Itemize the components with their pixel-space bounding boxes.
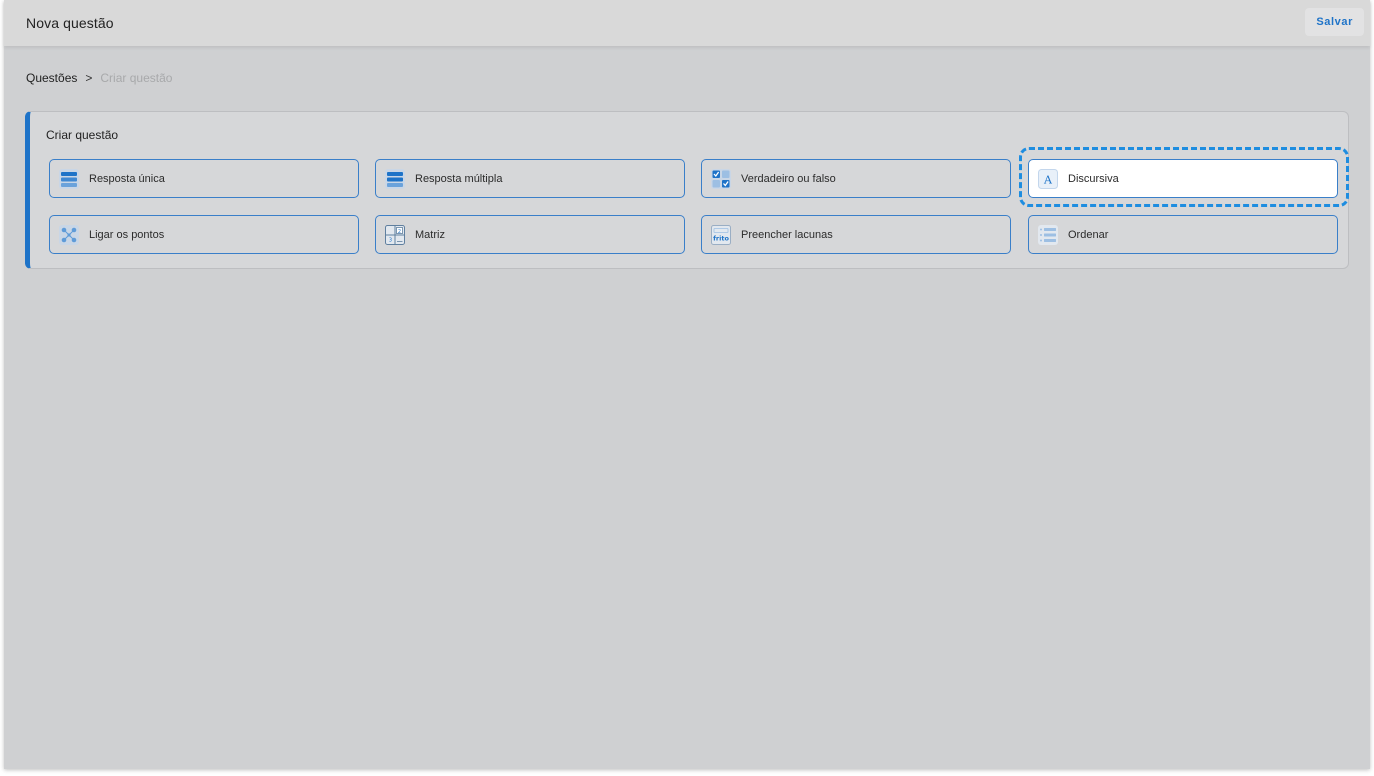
svg-text:A: A — [1043, 173, 1053, 186]
option-label: Resposta única — [89, 172, 165, 185]
save-button[interactable]: Salvar — [1305, 8, 1364, 36]
option-matriz[interactable]: 23 Matriz — [375, 215, 685, 254]
top-bar: Nova questão Salvar — [4, 0, 1370, 46]
text-answer-icon: A — [1038, 168, 1058, 189]
true-false-icon — [711, 168, 731, 189]
option-label: Preencher lacunas — [741, 228, 833, 241]
breadcrumb-separator: > — [85, 71, 93, 85]
fill-blanks-icon-text: frito — [713, 234, 729, 242]
breadcrumb-current: Criar questão — [100, 71, 173, 85]
breadcrumb-questoes[interactable]: Questões — [26, 71, 77, 85]
option-label: Discursiva — [1068, 172, 1119, 185]
app-window: Nova questão Salvar Questões > Criar que… — [4, 0, 1370, 769]
option-label: Ligar os pontos — [89, 228, 165, 241]
svg-text:3: 3 — [389, 237, 392, 243]
connect-dots-icon — [59, 224, 79, 245]
option-preencher-lacunas[interactable]: frito Preencher lacunas — [701, 215, 1011, 254]
svg-text:2: 2 — [398, 228, 401, 234]
breadcrumb: Questões > Criar questão — [26, 71, 172, 85]
matrix-icon: 23 — [385, 224, 405, 245]
option-label: Matriz — [415, 228, 445, 241]
single-answer-icon — [59, 168, 79, 189]
option-verdadeiro-falso[interactable]: Verdadeiro ou falso — [701, 159, 1011, 198]
option-ligar-pontos[interactable]: Ligar os pontos — [49, 215, 359, 254]
card-title: Criar questão — [46, 128, 119, 142]
page-title: Nova questão — [26, 15, 114, 31]
option-resposta-multipla[interactable]: Resposta múltipla — [375, 159, 685, 198]
fill-blanks-icon: frito — [711, 224, 731, 245]
option-label: Ordenar — [1068, 228, 1109, 241]
ordering-icon — [1038, 224, 1058, 245]
option-discursiva[interactable]: A Discursiva — [1028, 159, 1338, 198]
option-label: Verdadeiro ou falso — [741, 172, 836, 185]
option-ordenar[interactable]: Ordenar — [1028, 215, 1338, 254]
option-label: Resposta múltipla — [415, 172, 503, 185]
option-resposta-unica[interactable]: Resposta única — [49, 159, 359, 198]
multiple-answer-icon — [385, 168, 405, 189]
create-question-card: Criar questão Resposta única Resposta mú… — [25, 111, 1349, 269]
